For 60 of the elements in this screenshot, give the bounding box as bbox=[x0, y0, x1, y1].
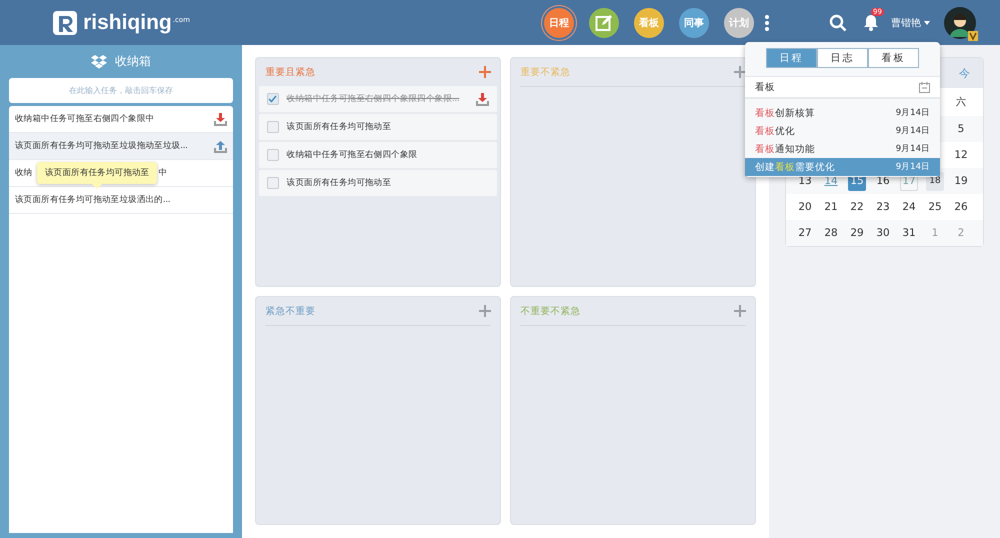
calendar-day[interactable]: 28 bbox=[822, 224, 840, 242]
note-button[interactable] bbox=[589, 8, 619, 38]
calendar-day[interactable]: 29 bbox=[848, 224, 866, 242]
add-icon[interactable] bbox=[734, 305, 746, 317]
calendar-day[interactable]: 24 bbox=[900, 198, 918, 216]
logo-text: rishiqing bbox=[83, 10, 172, 34]
popup-tab[interactable]: 日志 bbox=[817, 48, 868, 68]
bell-icon[interactable] bbox=[863, 14, 879, 31]
task-row[interactable]: 该页面所有任务均可拖动至 bbox=[258, 114, 497, 140]
search-result[interactable]: 看板创新核算 9月14日 bbox=[745, 104, 940, 122]
calendar-day[interactable]: 21 bbox=[822, 198, 840, 216]
task-checkbox[interactable] bbox=[266, 121, 279, 133]
vip-icon bbox=[968, 30, 978, 40]
calendar-day[interactable]: 30 bbox=[874, 224, 892, 242]
calendar-day[interactable]: 26 bbox=[952, 198, 970, 216]
task-row[interactable]: 收纳箱中任务可拖至右侧四个象限 bbox=[258, 142, 497, 168]
caret-icon[interactable] bbox=[924, 20, 930, 24]
calendar-day[interactable]: 25 bbox=[926, 198, 944, 216]
edit-icon bbox=[595, 14, 613, 32]
search-field[interactable]: 看板 bbox=[745, 77, 940, 99]
logo-icon bbox=[52, 10, 78, 36]
calendar-icon[interactable] bbox=[919, 82, 930, 92]
user-menu[interactable]: 曹锴艳 bbox=[891, 16, 921, 30]
calendar-day[interactable]: 12 bbox=[952, 146, 970, 164]
calendar-day[interactable]: 22 bbox=[848, 198, 866, 216]
task-checkbox[interactable] bbox=[266, 177, 279, 189]
inbox-item[interactable]: 该页面所有任务均可拖动至垃圾洒出的... bbox=[9, 187, 233, 214]
calendar-day[interactable]: 19 bbox=[952, 172, 970, 190]
more-icon[interactable] bbox=[765, 14, 769, 30]
weekday-label: 六 bbox=[956, 96, 966, 109]
calendar-day[interactable]: 31 bbox=[900, 224, 918, 242]
task-input-field[interactable]: 在此输入任务，敲击回车保存 bbox=[9, 78, 233, 103]
add-icon[interactable] bbox=[734, 66, 746, 78]
search-icon[interactable] bbox=[829, 14, 847, 32]
download-icon[interactable] bbox=[476, 92, 489, 106]
tooltip: 该页面所有任务均可拖动至 bbox=[37, 162, 158, 184]
search-result[interactable]: 看板优化 9月14日 bbox=[745, 122, 940, 140]
calendar-day[interactable]: 20 bbox=[796, 198, 814, 216]
add-icon[interactable] bbox=[478, 66, 491, 78]
add-icon[interactable] bbox=[478, 305, 491, 317]
calendar-day[interactable]: 5 bbox=[952, 120, 970, 138]
quadrant-title: 重要不紧急 bbox=[520, 66, 571, 78]
calendar-day[interactable]: 23 bbox=[874, 198, 892, 216]
download-icon[interactable] bbox=[214, 112, 227, 126]
avatar[interactable] bbox=[944, 6, 976, 38]
task-checkbox[interactable] bbox=[266, 93, 279, 105]
task-checkbox[interactable] bbox=[266, 149, 279, 161]
calendar-day[interactable]: 27 bbox=[796, 224, 814, 242]
quadrant-title: 紧急不重要 bbox=[266, 304, 316, 318]
search-input[interactable]: 看板 bbox=[745, 82, 919, 92]
quadrant-title: 重要且紧急 bbox=[266, 66, 316, 78]
popup-tab[interactable]: 看板 bbox=[868, 48, 919, 68]
search-result[interactable]: 看板通知功能 9月14日 bbox=[745, 140, 940, 158]
upload-icon[interactable] bbox=[214, 140, 227, 152]
dropbox-icon bbox=[90, 54, 107, 68]
inbox-item[interactable]: 该页面所有任务均可拖动至垃圾拖动至垃圾... bbox=[9, 133, 233, 160]
task-row[interactable]: 该页面所有任务均可拖动至 bbox=[258, 170, 497, 196]
quadrant-title: 不重要不紧急 bbox=[520, 304, 581, 318]
tooltip-pointer bbox=[92, 184, 102, 189]
inbox-title: 收纳箱 bbox=[114, 53, 151, 70]
